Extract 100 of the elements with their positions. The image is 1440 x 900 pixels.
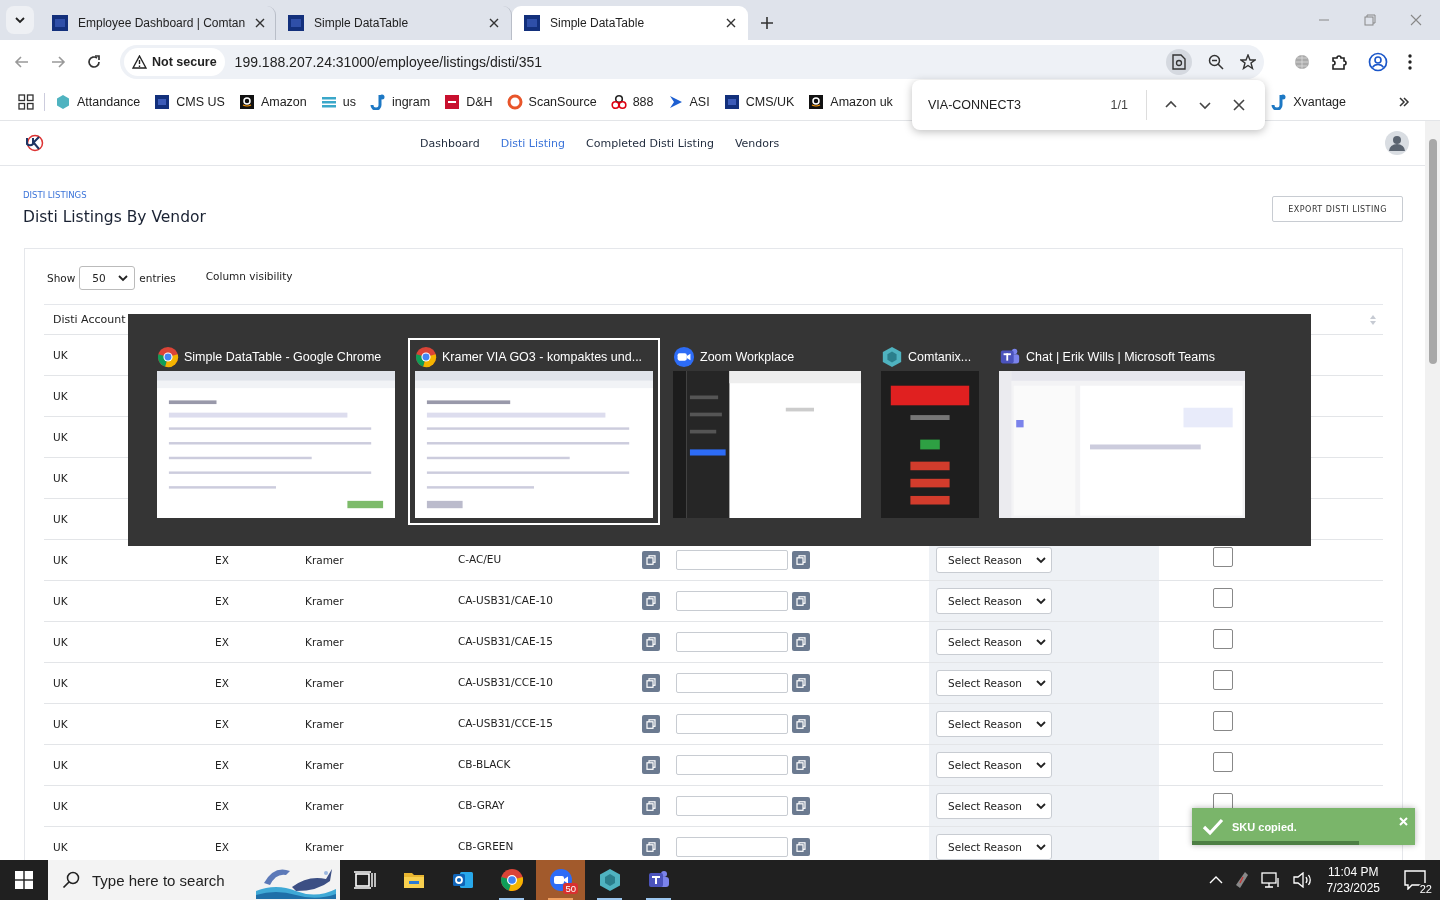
- taskbar-search[interactable]: Type here to search: [48, 860, 340, 900]
- reason-dropdown[interactable]: Select Reason: [936, 588, 1052, 614]
- forward-icon[interactable]: [50, 54, 66, 70]
- browser-tab[interactable]: Simple DataTable: [512, 6, 748, 40]
- reason-dropdown[interactable]: Select Reason: [936, 670, 1052, 696]
- window-preview[interactable]: Kramer VIA GO3 - kompaktes und...: [408, 338, 660, 525]
- bookmark[interactable]: ScanSource: [506, 94, 597, 110]
- close-icon[interactable]: [489, 18, 499, 28]
- bookmark[interactable]: ingram: [369, 94, 431, 110]
- copy-button[interactable]: [792, 674, 810, 692]
- copy-button[interactable]: [792, 633, 810, 651]
- close-icon[interactable]: [255, 18, 266, 28]
- refurbed-checkbox[interactable]: [1213, 670, 1233, 690]
- restore-icon[interactable]: [1364, 14, 1376, 26]
- bookmark[interactable]: Attandance: [55, 94, 141, 110]
- reason-dropdown[interactable]: Select Reason: [936, 793, 1052, 819]
- asin-field[interactable]: [676, 673, 788, 693]
- copy-button[interactable]: [642, 838, 660, 856]
- bookmark[interactable]: ASI: [667, 94, 710, 110]
- nav-link[interactable]: Vendors: [734, 136, 780, 150]
- start-icon[interactable]: [15, 871, 33, 889]
- star-icon[interactable]: [1240, 54, 1256, 70]
- export-button[interactable]: EXPORT DISTI LISTING: [1272, 196, 1403, 222]
- refurbed-checkbox[interactable]: [1213, 547, 1233, 567]
- page-search-button[interactable]: [1166, 49, 1192, 75]
- copy-button[interactable]: [792, 551, 810, 569]
- zoom-out-icon[interactable]: [1208, 54, 1224, 70]
- back-icon[interactable]: [14, 54, 30, 70]
- asin-field[interactable]: [676, 591, 788, 611]
- bookmark[interactable]: Xvantage: [1271, 94, 1346, 110]
- bookmark[interactable]: us: [320, 94, 356, 110]
- page-size-select[interactable]: 50: [79, 266, 136, 290]
- clock-time[interactable]: 11:04 PM: [1328, 864, 1379, 880]
- apps-grid-icon[interactable]: [18, 94, 34, 110]
- profile-icon[interactable]: [1368, 52, 1388, 72]
- network-icon[interactable]: [1260, 872, 1281, 888]
- reason-dropdown[interactable]: Select Reason: [936, 752, 1052, 778]
- asin-field[interactable]: [676, 632, 788, 652]
- find-query[interactable]: VIA-CONNECT3: [928, 98, 1089, 112]
- bookmark[interactable]: 888: [610, 94, 654, 110]
- nav-link[interactable]: Disti Listing: [500, 136, 566, 150]
- refurbed-checkbox[interactable]: [1213, 588, 1233, 608]
- window-preview[interactable]: Comtanix...: [874, 338, 986, 525]
- pen-icon[interactable]: [1234, 871, 1249, 889]
- refurbed-checkbox[interactable]: [1213, 711, 1233, 731]
- bookmark[interactable]: Amazon: [238, 94, 307, 110]
- reason-dropdown[interactable]: Select Reason: [936, 547, 1052, 573]
- copy-button[interactable]: [642, 674, 660, 692]
- tab-search-button[interactable]: [6, 6, 34, 34]
- chevron-down-icon[interactable]: [1199, 99, 1211, 111]
- reload-icon[interactable]: [86, 54, 102, 70]
- bookmark[interactable]: CMS US: [154, 94, 225, 110]
- clock-date[interactable]: 7/23/2025: [1326, 880, 1380, 896]
- browser-tab[interactable]: Employee Dashboard | Comtan: [40, 6, 276, 40]
- close-icon[interactable]: [726, 18, 736, 28]
- window-preview[interactable]: Zoom Workplace: [666, 338, 868, 525]
- copy-button[interactable]: [642, 551, 660, 569]
- refurbed-checkbox[interactable]: [1213, 752, 1233, 772]
- refurbed-checkbox[interactable]: [1213, 629, 1233, 649]
- copy-button[interactable]: [642, 797, 660, 815]
- asin-field[interactable]: [676, 837, 788, 857]
- chevron-up-icon[interactable]: [1208, 875, 1223, 885]
- menu-icon[interactable]: [1408, 54, 1412, 70]
- double-chevron-icon[interactable]: [1398, 96, 1410, 108]
- security-chip[interactable]: Not secure: [124, 48, 225, 76]
- scrollbar[interactable]: [1425, 121, 1440, 860]
- copy-button[interactable]: [792, 756, 810, 774]
- reason-dropdown[interactable]: Select Reason: [936, 711, 1052, 737]
- copy-button[interactable]: [792, 797, 810, 815]
- asin-field[interactable]: [676, 796, 788, 816]
- nav-link[interactable]: Dashboard: [420, 136, 480, 150]
- search-input[interactable]: Type here to search: [90, 870, 254, 890]
- asin-field[interactable]: [676, 714, 788, 734]
- bookmark[interactable]: Amazon uk: [808, 94, 893, 110]
- logo-icon[interactable]: [24, 134, 44, 152]
- reason-dropdown[interactable]: Select Reason: [936, 629, 1052, 655]
- puzzle-icon[interactable]: [1330, 53, 1348, 71]
- taskbar-app[interactable]: 50: [536, 860, 585, 900]
- bookmark[interactable]: CMS/UK: [723, 94, 795, 110]
- copy-button[interactable]: [642, 592, 660, 610]
- bookmark[interactable]: D&H: [444, 94, 493, 110]
- address-bar[interactable]: Not secure 199.188.207.24:31000/employee/listings/disti/351: [120, 45, 1264, 79]
- asin-field[interactable]: [676, 550, 788, 570]
- plus-icon[interactable]: [760, 16, 774, 30]
- copy-button[interactable]: [642, 633, 660, 651]
- browser-tab[interactable]: Simple DataTable: [276, 6, 512, 40]
- breadcrumb[interactable]: DISTI LISTINGS: [23, 190, 206, 200]
- copy-button[interactable]: [642, 715, 660, 733]
- copy-button[interactable]: [642, 756, 660, 774]
- window-preview[interactable]: Simple DataTable - Google Chrome: [150, 338, 402, 525]
- column-visibility-button[interactable]: Column visibility: [205, 270, 293, 282]
- nav-link[interactable]: Completed Disti Listing: [586, 136, 714, 150]
- avatar-icon[interactable]: [1384, 130, 1410, 156]
- column-header[interactable]: Disti Account: [53, 313, 126, 326]
- copy-button[interactable]: [792, 838, 810, 856]
- window-preview[interactable]: Chat | Erik Wills | Microsoft Teams: [992, 338, 1252, 525]
- reason-dropdown[interactable]: Select Reason: [936, 834, 1052, 860]
- copy-button[interactable]: [792, 592, 810, 610]
- volume-icon[interactable]: [1292, 872, 1313, 888]
- close-icon[interactable]: [1233, 99, 1245, 111]
